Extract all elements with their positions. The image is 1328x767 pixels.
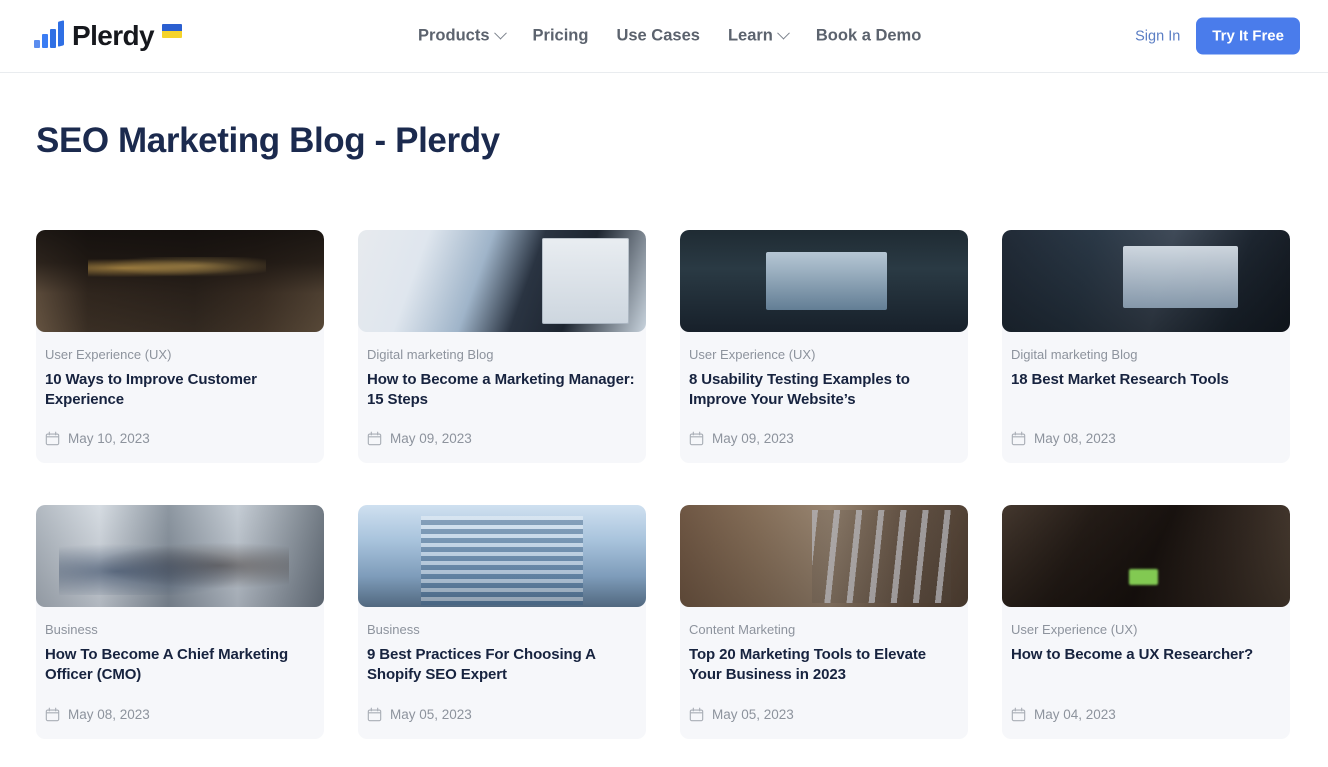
header-actions: Sign In Try It Free — [1135, 18, 1300, 55]
card-body: Digital marketing Blog How to Become a M… — [358, 332, 646, 409]
colleagues-at-monitors-photo — [680, 230, 968, 332]
calendar-icon — [1011, 431, 1026, 446]
cafe-terrace-photo — [36, 230, 324, 332]
card-body: Content Marketing Top 20 Marketing Tools… — [680, 607, 968, 684]
man-at-desktop-charts-photo — [1002, 230, 1290, 332]
card-date: May 08, 2023 — [1034, 431, 1116, 446]
nav-label: Products — [418, 27, 490, 46]
card-date-row: May 04, 2023 — [1002, 685, 1290, 739]
blog-card[interactable]: Content Marketing Top 20 Marketing Tools… — [680, 505, 968, 738]
card-date: May 09, 2023 — [712, 431, 794, 446]
card-date-row: May 09, 2023 — [680, 409, 968, 463]
card-category: User Experience (UX) — [45, 347, 315, 364]
card-title: 10 Ways to Improve Customer Experience — [45, 370, 315, 410]
wrenches-tools-photo — [680, 505, 968, 607]
calendar-icon — [45, 707, 60, 722]
card-category: User Experience (UX) — [689, 347, 959, 364]
nav-item-products[interactable]: Products — [418, 27, 505, 46]
card-date: May 09, 2023 — [390, 431, 472, 446]
card-category: Digital marketing Blog — [1011, 347, 1281, 364]
blog-card[interactable]: Digital marketing Blog 18 Best Market Re… — [1002, 230, 1290, 463]
card-body: User Experience (UX) How to Become a UX … — [1002, 607, 1290, 684]
calendar-icon — [689, 707, 704, 722]
card-title: Top 20 Marketing Tools to Elevate Your B… — [689, 645, 959, 685]
calendar-icon — [45, 431, 60, 446]
card-date: May 08, 2023 — [68, 707, 150, 722]
card-title: 9 Best Practices For Choosing A Shopify … — [367, 645, 637, 685]
card-category: Business — [367, 622, 637, 639]
blog-card[interactable]: Digital marketing Blog How to Become a M… — [358, 230, 646, 463]
card-category: Business — [45, 622, 315, 639]
bar-chart-logo-icon — [34, 25, 64, 48]
blog-card[interactable]: Business How To Become A Chief Marketing… — [36, 505, 324, 738]
blog-card[interactable]: User Experience (UX) 10 Ways to Improve … — [36, 230, 324, 463]
card-body: User Experience (UX) 10 Ways to Improve … — [36, 332, 324, 409]
card-date-row: May 10, 2023 — [36, 409, 324, 463]
calendar-icon — [367, 707, 382, 722]
blog-card[interactable]: User Experience (UX) 8 Usability Testing… — [680, 230, 968, 463]
card-body: User Experience (UX) 8 Usability Testing… — [680, 332, 968, 409]
card-title: How to Become a Marketing Manager: 15 St… — [367, 370, 637, 410]
blog-card[interactable]: User Experience (UX) How to Become a UX … — [1002, 505, 1290, 738]
card-date: May 05, 2023 — [390, 707, 472, 722]
ukraine-flag-icon — [162, 24, 182, 38]
try-it-free-button[interactable]: Try It Free — [1196, 18, 1300, 55]
nav-item-book-a-demo[interactable]: Book a Demo — [816, 27, 921, 46]
nav-label: Book a Demo — [816, 27, 921, 46]
card-date-row: May 08, 2023 — [36, 685, 324, 739]
card-title: 8 Usability Testing Examples to Improve … — [689, 370, 959, 410]
card-date-row: May 09, 2023 — [358, 409, 646, 463]
page-title: SEO Marketing Blog - Plerdy — [36, 121, 1328, 161]
card-date-row: May 08, 2023 — [1002, 409, 1290, 463]
card-date: May 05, 2023 — [712, 707, 794, 722]
glass-office-building-photo — [358, 505, 646, 607]
card-category: Content Marketing — [689, 622, 959, 639]
card-category: User Experience (UX) — [1011, 622, 1281, 639]
calendar-icon — [1011, 707, 1026, 722]
card-title: 18 Best Market Research Tools — [1011, 370, 1281, 390]
card-title: How to Become a UX Researcher? — [1011, 645, 1281, 665]
nav-item-pricing[interactable]: Pricing — [533, 27, 589, 46]
nav-item-use-cases[interactable]: Use Cases — [616, 27, 699, 46]
card-body: Business 9 Best Practices For Choosing A… — [358, 607, 646, 684]
card-body: Business How To Become A Chief Marketing… — [36, 607, 324, 684]
sign-in-link[interactable]: Sign In — [1135, 28, 1180, 44]
calendar-icon — [689, 431, 704, 446]
celebrating-team-photo — [36, 505, 324, 607]
microscope-photo — [1002, 505, 1290, 607]
blog-card[interactable]: Business 9 Best Practices For Choosing A… — [358, 505, 646, 738]
nav-label: Learn — [728, 27, 773, 46]
card-body: Digital marketing Blog 18 Best Market Re… — [1002, 332, 1290, 409]
nav-item-learn[interactable]: Learn — [728, 27, 788, 46]
main-navigation: Products Pricing Use Cases Learn Book a … — [418, 27, 921, 46]
calendar-icon — [367, 431, 382, 446]
chevron-down-icon — [494, 27, 507, 40]
chevron-down-icon — [777, 27, 790, 40]
card-date: May 04, 2023 — [1034, 707, 1116, 722]
site-header: Plerdy Products Pricing Use Cases Learn … — [0, 0, 1328, 73]
card-date-row: May 05, 2023 — [358, 685, 646, 739]
card-date-row: May 05, 2023 — [680, 685, 968, 739]
card-category: Digital marketing Blog — [367, 347, 637, 364]
nav-label: Use Cases — [616, 27, 699, 46]
card-date: May 10, 2023 — [68, 431, 150, 446]
nav-label: Pricing — [533, 27, 589, 46]
businessman-presenting-photo — [358, 230, 646, 332]
card-title: How To Become A Chief Marketing Officer … — [45, 645, 315, 685]
logo-text: Plerdy — [72, 22, 154, 50]
logo[interactable]: Plerdy — [34, 22, 182, 50]
blog-card-grid: User Experience (UX) 10 Ways to Improve … — [36, 230, 1292, 739]
